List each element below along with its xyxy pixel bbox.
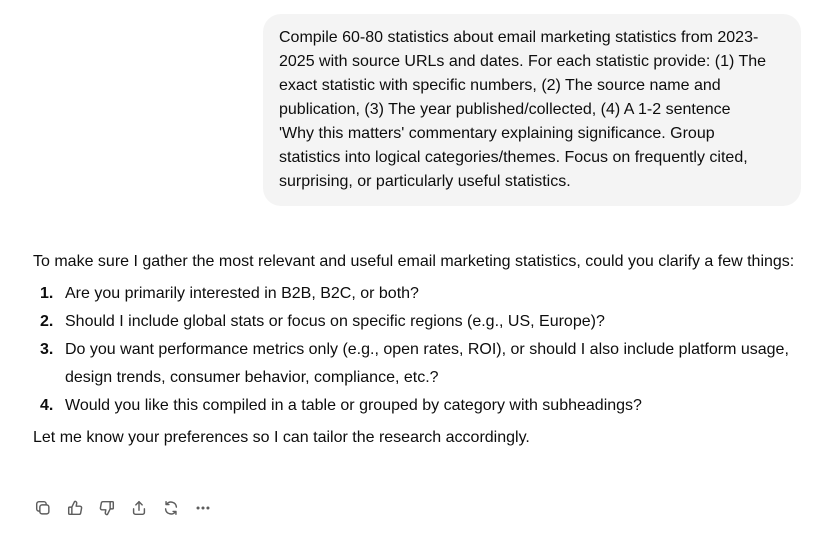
regenerate-icon [164, 500, 178, 516]
share-button[interactable] [129, 498, 149, 518]
assistant-intro: To make sure I gather the most relevant … [33, 253, 795, 270]
assistant-outro: Let me know your preferences so I can ta… [33, 429, 530, 446]
message-actions [33, 497, 213, 519]
list-item: 2. Should I include global stats or focu… [33, 308, 808, 336]
list-text: Are you primarily interested in B2B, B2C… [65, 285, 419, 302]
list-text: Would you like this compiled in a table … [65, 397, 642, 414]
more-icon [196, 506, 210, 510]
thumbs-down-button[interactable] [97, 498, 117, 518]
list-number: 2. [40, 313, 54, 330]
list-text: Do you want performance metrics only (e.… [65, 341, 789, 386]
list-number: 3. [40, 341, 54, 358]
list-item: 3. Do you want performance metrics only … [33, 336, 808, 392]
more-button[interactable] [193, 498, 213, 518]
chat-page: Compile 60-80 statistics about email mar… [0, 0, 816, 537]
user-message-bubble: Compile 60-80 statistics about email mar… [263, 14, 801, 206]
copy-icon [35, 500, 50, 515]
regenerate-button[interactable] [161, 498, 181, 518]
thumbs-up-button[interactable] [65, 498, 85, 518]
list-item: 4. Would you like this compiled in a tab… [33, 392, 808, 420]
list-item: 1. Are you primarily interested in B2B, … [33, 280, 808, 308]
list-text: Should I include global stats or focus o… [65, 313, 605, 330]
share-icon [132, 500, 146, 516]
thumbs-up-icon [67, 500, 83, 516]
list-number: 1. [40, 285, 54, 302]
list-number: 4. [40, 397, 54, 414]
thumbs-down-icon [99, 500, 115, 516]
question-list: 1. Are you primarily interested in B2B, … [33, 280, 808, 420]
copy-button[interactable] [33, 498, 53, 518]
assistant-message: To make sure I gather the most relevant … [33, 248, 808, 452]
